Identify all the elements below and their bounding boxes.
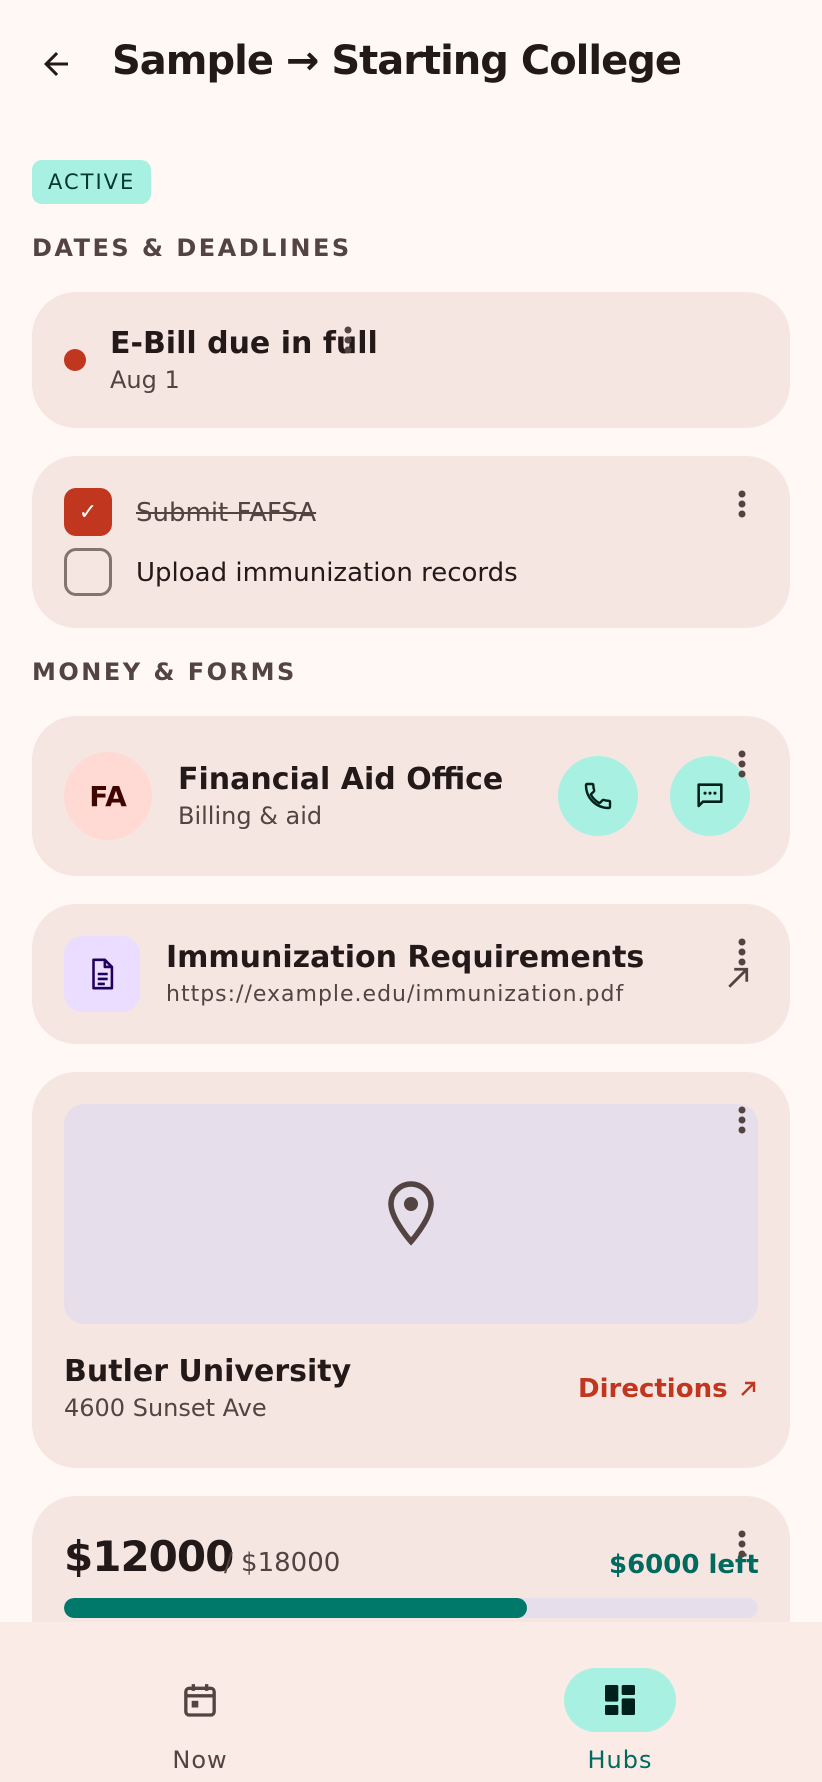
open-link-button[interactable] — [716, 956, 760, 1000]
contact-name: Financial Aid Office — [178, 762, 504, 797]
bottom-navigation: Now Hubs — [0, 1622, 822, 1782]
section-header-money: MONEY & FORMS — [32, 658, 297, 686]
checklist-item-label: Submit FAFSA — [136, 498, 317, 528]
arrow-back-icon — [44, 52, 68, 76]
checklist-item-label: Upload immunization records — [136, 558, 518, 588]
more-vert-icon — [344, 326, 352, 354]
nav-item-now[interactable]: Now — [120, 1646, 280, 1774]
directions-button[interactable]: Directions — [578, 1374, 760, 1404]
nav-label: Hubs — [587, 1746, 653, 1774]
budget-spent: $12000 — [64, 1532, 234, 1581]
place-name: Butler University — [64, 1354, 352, 1389]
back-button[interactable] — [24, 32, 88, 96]
nav-icon-container — [564, 1668, 676, 1732]
more-vert-icon — [738, 1106, 746, 1134]
document-icon — [92, 958, 114, 990]
dashboard-icon — [605, 1685, 635, 1715]
directions-label: Directions — [578, 1374, 728, 1404]
more-vert-icon — [738, 750, 746, 778]
more-options-button[interactable] — [720, 482, 764, 526]
page-title: Sample → Starting College — [112, 38, 682, 84]
checkbox-unchecked[interactable] — [64, 548, 112, 596]
document-icon-container — [64, 936, 140, 1012]
avatar: FA — [64, 752, 152, 840]
checkbox-checked[interactable]: ✓ — [64, 488, 112, 536]
deadline-card[interactable]: E-Bill due in full Aug 1 — [32, 292, 790, 428]
budget-total: / $18000 — [224, 1548, 341, 1578]
document-url[interactable]: https://example.edu/immunization.pdf — [166, 982, 624, 1007]
arrow-outward-icon — [740, 1381, 755, 1396]
checklist-card: ✓ Submit FAFSA Upload immunization recor… — [32, 456, 790, 628]
budget-progress-bar — [64, 1598, 758, 1618]
deadline-indicator — [64, 349, 86, 371]
check-icon: ✓ — [78, 499, 98, 525]
document-card[interactable]: Immunization Requirements https://exampl… — [32, 904, 790, 1044]
nav-item-hubs[interactable]: Hubs — [540, 1646, 700, 1774]
deadline-date: Aug 1 — [110, 366, 180, 394]
location-pin-icon — [388, 1181, 434, 1246]
place-card: Butler University 4600 Sunset Ave Direct… — [32, 1072, 790, 1468]
document-title: Immunization Requirements — [166, 940, 645, 975]
calendar-icon — [184, 1684, 216, 1717]
section-header-dates: DATES & DEADLINES — [32, 234, 352, 262]
more-options-button[interactable] — [720, 742, 764, 786]
contact-subtitle: Billing & aid — [178, 802, 323, 830]
more-options-button[interactable] — [326, 318, 370, 362]
more-options-button[interactable] — [720, 1098, 764, 1142]
more-vert-icon — [738, 1530, 746, 1558]
arrow-outward-icon — [728, 967, 749, 988]
top-app-bar: Sample → Starting College — [0, 0, 822, 132]
map-preview[interactable] — [64, 1104, 758, 1324]
place-address: 4600 Sunset Ave — [64, 1394, 267, 1422]
call-button[interactable] — [558, 756, 638, 836]
phone-icon — [584, 782, 612, 810]
status-badge: ACTIVE — [32, 160, 152, 204]
nav-icon-container — [144, 1668, 256, 1732]
contact-card[interactable]: FA Financial Aid Office Billing & aid — [32, 716, 790, 876]
budget-progress-fill — [64, 1598, 527, 1618]
more-options-button[interactable] — [720, 1522, 764, 1566]
nav-label: Now — [172, 1746, 228, 1774]
more-vert-icon — [738, 490, 746, 518]
